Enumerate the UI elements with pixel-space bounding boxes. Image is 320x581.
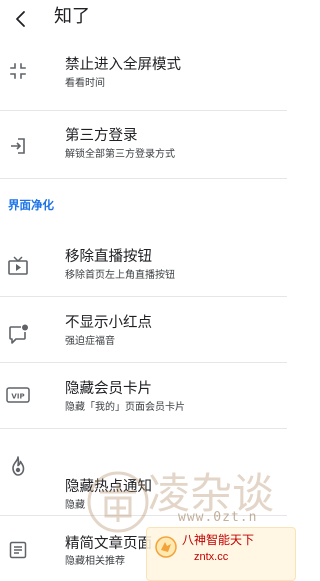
fullscreen-exit-icon	[6, 59, 30, 83]
setting-item-hide-red-dot[interactable]: 不显示小红点 强迫症福音	[0, 297, 287, 363]
hot-flame-icon	[6, 454, 30, 478]
item-subtitle: 解锁全部第三方登录方式	[65, 149, 175, 160]
item-title: 第三方登录	[65, 128, 138, 144]
item-title: 禁止进入全屏模式	[65, 57, 181, 73]
badge-logo-icon	[155, 536, 177, 558]
watermark-badge-url: zntx.cc	[194, 551, 229, 563]
item-title: 隐藏会员卡片	[65, 381, 152, 397]
chat-badge-icon	[6, 322, 30, 346]
top-app-bar: 知了	[0, 0, 287, 38]
watermark-badge: 八神智能天下 zntx.cc	[146, 527, 296, 581]
item-title: 精简文章页面	[65, 536, 152, 552]
item-title: 不显示小红点	[65, 315, 152, 331]
item-subtitle: 移除首页左上角直播按钮	[65, 270, 175, 281]
chevron-left-icon	[16, 11, 25, 27]
setting-item-remove-live-button[interactable]: 移除直播按钮 移除首页左上角直播按钮	[0, 235, 287, 297]
setting-item-third-party-login[interactable]: 第三方登录 解锁全部第三方登录方式	[0, 111, 287, 179]
item-subtitle: 强迫症福音	[65, 336, 115, 347]
watermark-domain: www.0zt.n	[178, 510, 258, 525]
item-subtitle: 隐藏相关推荐	[65, 556, 125, 567]
app-screen: 知了 禁止进入全屏模式 看看时间 第三方登录 解锁全部第三方登录方式 界面净化 …	[0, 0, 296, 581]
watermark-seal	[87, 471, 149, 533]
item-subtitle: 看看时间	[65, 78, 105, 89]
item-subtitle: 隐藏「我的」页面会员卡片	[65, 402, 185, 413]
svg-text:VIP: VIP	[11, 393, 24, 401]
item-title: 移除直播按钮	[65, 249, 152, 265]
divider	[0, 178, 287, 179]
setting-item-hide-vip-card[interactable]: VIP 隐藏会员卡片 隐藏「我的」页面会员卡片	[0, 363, 287, 429]
item-subtitle: 隐藏	[65, 500, 85, 511]
watermark-badge-name: 八神智能天下	[182, 533, 255, 547]
vip-icon: VIP	[6, 383, 30, 407]
section-header-ui-purify: 界面净化	[8, 198, 54, 212]
page-title: 知了	[54, 6, 90, 27]
live-tv-icon	[6, 254, 30, 278]
back-button[interactable]	[8, 6, 34, 32]
login-icon	[6, 134, 30, 158]
article-icon	[6, 538, 30, 562]
setting-item-fullscreen[interactable]: 禁止进入全屏模式 看看时间	[0, 45, 287, 113]
